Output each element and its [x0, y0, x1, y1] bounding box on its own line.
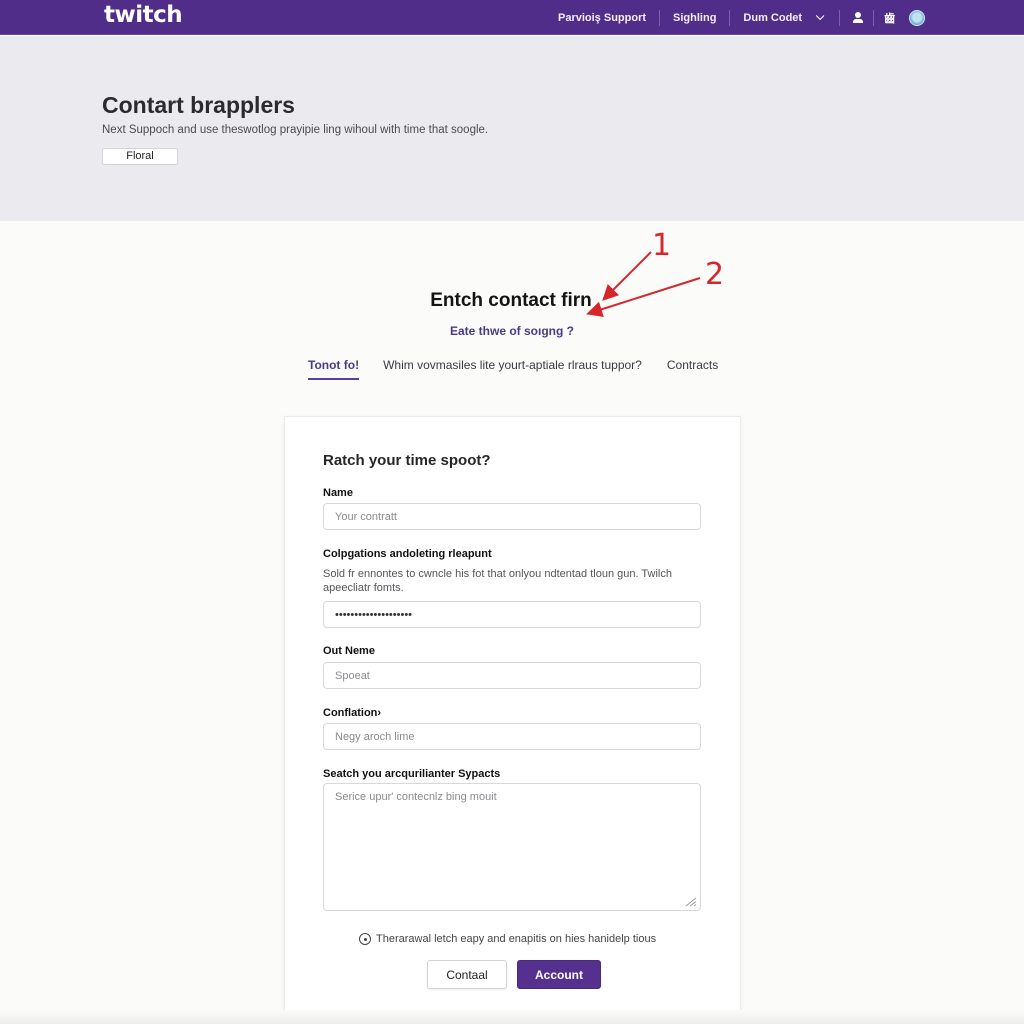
conflation-input[interactable]	[323, 723, 701, 750]
section-title: Entch contact firn	[430, 290, 592, 311]
contaal-button[interactable]: Contaal	[427, 960, 507, 989]
out-name-input[interactable]	[323, 662, 701, 689]
tab-question[interactable]: Whim vovmasiles lite yourt-aptiale rlrau…	[383, 358, 642, 372]
nav-divider	[873, 9, 875, 26]
nav-dropdown-dum-codet[interactable]: Dum Codet	[743, 11, 825, 24]
account-button[interactable]: Account	[517, 960, 601, 989]
nav-divider	[729, 9, 731, 26]
name-input[interactable]	[323, 503, 701, 530]
subjects-label: Seatch you arcqurilianter Sypacts	[323, 768, 501, 780]
form-note: Therarawal letch eapy and enapitis on hi…	[359, 933, 656, 945]
name-label: Name	[323, 487, 353, 499]
tab-contracts[interactable]: Contracts	[667, 358, 718, 372]
annotation-label-2: 2	[705, 257, 725, 292]
section-subtitle[interactable]: Eate thwe of soıgng ?	[0, 324, 1024, 338]
radio-icon[interactable]	[359, 933, 371, 945]
tab-tonot-fo[interactable]: Tonot fo!	[308, 358, 360, 380]
conflation-label: Conflation›	[323, 707, 382, 719]
tab-bar: Tonot fo! Whim vovmasiles lite yourt-apt…	[308, 358, 718, 382]
nav-divider	[839, 9, 841, 26]
nav-link-support[interactable]: Parvioiş Support	[558, 12, 646, 24]
category-label: Colpgations andoleting rleapunt	[323, 548, 492, 560]
form-title: Ratch your time spoot?	[323, 452, 491, 469]
top-nav: Parvioiş Support Sighling Dum Codet 齒	[558, 0, 926, 35]
resize-handle-icon[interactable]	[685, 897, 697, 907]
form-note-text: Therarawal letch eapy and enapitis on hi…	[376, 933, 657, 945]
twitch-logo[interactable]: twitch	[104, 2, 183, 28]
hero-subtitle: Next Suppoch and use theswotlog prayipie…	[102, 124, 489, 136]
subjects-textarea[interactable]	[323, 783, 701, 911]
category-help-text: Sold fr ennontes to cwncle his fot that …	[323, 568, 672, 594]
out-name-label: Out Neme	[323, 645, 375, 657]
hero-title: Contart brapplers	[102, 92, 295, 118]
annotation-label-1: 1	[652, 228, 672, 263]
top-navigation-bar: twitch Parvioiş Support Sighling Dum Cod…	[0, 0, 1024, 35]
user-icon	[853, 11, 864, 24]
user-button[interactable]	[853, 11, 864, 24]
nav-dropdown-label: Dum Codet	[743, 11, 803, 24]
avatar[interactable]	[909, 9, 926, 26]
language-icon[interactable]: 齒	[884, 10, 895, 26]
category-input[interactable]	[323, 601, 701, 628]
contact-form-card: Ratch your time spoot? Name Colpgations …	[284, 416, 741, 1016]
hero-button[interactable]: Floral	[102, 148, 178, 165]
hero-banner: Contart brapplers Next Suppoch and use t…	[0, 36, 1024, 221]
nav-link-signing[interactable]: Sighling	[673, 12, 716, 24]
chevron-down-icon	[816, 11, 825, 20]
bottom-shadow	[0, 1010, 1024, 1024]
nav-divider	[659, 9, 661, 26]
